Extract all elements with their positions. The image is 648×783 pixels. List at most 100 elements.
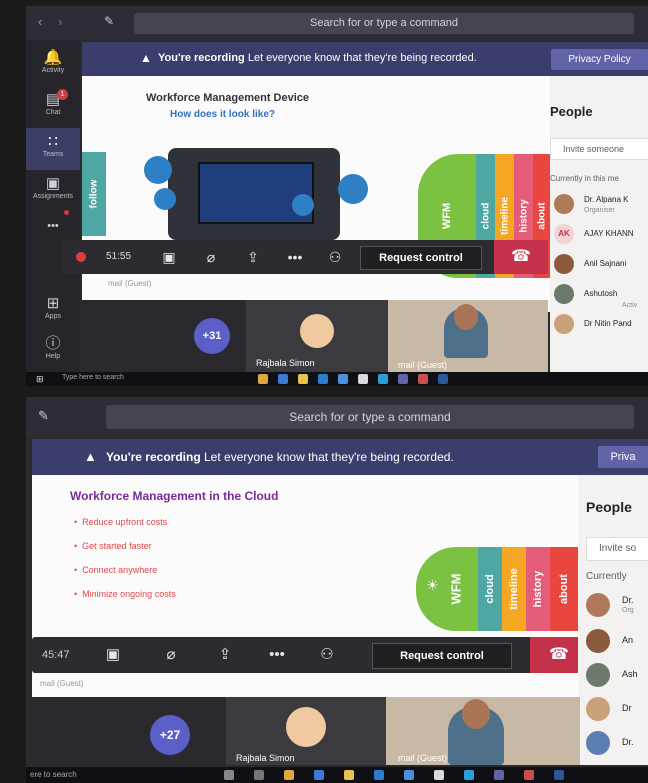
recording-bold: You're recording xyxy=(158,52,245,64)
windows-taskbar: ere to search xyxy=(26,767,648,783)
people-title: People xyxy=(550,104,593,119)
participant-row[interactable]: Dr. Org xyxy=(578,587,648,621)
video-tile-rajbala[interactable]: Rajbala Simon xyxy=(226,697,386,765)
participant-name: Ash xyxy=(622,669,638,679)
app-icon[interactable] xyxy=(338,374,348,384)
slide-tab-history[interactable]: history xyxy=(526,547,550,631)
overflow-tile[interactable]: +27 xyxy=(32,697,226,765)
avatar xyxy=(586,697,610,721)
title-bar: ✎ Search for or type a command xyxy=(26,397,648,437)
back-icon[interactable]: ‹ xyxy=(38,14,42,29)
compose-icon[interactable]: ✎ xyxy=(104,14,114,28)
overflow-tile[interactable]: +31 xyxy=(82,300,246,372)
tab-label: WFM xyxy=(448,573,464,605)
rail-item-activity[interactable]: 🔔 Activity xyxy=(26,44,80,86)
request-control-button[interactable]: Request control xyxy=(360,246,482,270)
tab-label: timeline xyxy=(508,568,520,610)
camera-off-icon[interactable]: ▣ xyxy=(100,645,126,665)
participant-row[interactable]: Dr Nitin Pand xyxy=(550,308,648,336)
recording-bold: You're recording xyxy=(106,450,201,464)
slide-tab-follow[interactable]: follow xyxy=(82,152,106,236)
rail-item-chat[interactable]: ▤ 1 Chat xyxy=(26,86,80,128)
participant-row[interactable]: Dr. xyxy=(578,725,648,759)
avatar: AK xyxy=(554,224,574,244)
slide-tab-wfm[interactable]: ☀ WFM xyxy=(416,547,478,631)
video-tile-guest[interactable]: mail (Guest) xyxy=(386,697,580,765)
request-control-button[interactable]: Request control xyxy=(372,643,512,669)
video-tile-rajbala[interactable]: Rajbala Simon xyxy=(246,300,388,372)
rail-item-assignments[interactable]: ▣ Assignments xyxy=(26,170,80,212)
rail-item-apps[interactable]: ⊞ Apps xyxy=(26,290,80,332)
search-icon[interactable] xyxy=(224,770,234,780)
app-icon[interactable] xyxy=(378,374,388,384)
meeting-controls: 51:55 ▣ ⌀ ⇪ ••• ⚇ Request control ☎ xyxy=(62,240,548,274)
participant-row[interactable]: An xyxy=(578,623,648,657)
app-icon[interactable] xyxy=(438,374,448,384)
app-icon[interactable] xyxy=(464,770,474,780)
privacy-policy-button[interactable]: Privacy Policy xyxy=(551,49,648,70)
participant-row[interactable]: Anil Sajnani xyxy=(550,248,648,276)
slide-title: Workforce Management Device xyxy=(146,92,310,104)
app-icon[interactable] xyxy=(434,770,444,780)
slide-tab-timeline[interactable]: timeline xyxy=(502,547,526,631)
more-actions-icon[interactable]: ••• xyxy=(264,645,290,665)
rail-item-more[interactable]: ••• xyxy=(26,212,80,238)
mic-off-icon[interactable]: ⌀ xyxy=(198,247,224,267)
person-head xyxy=(454,304,478,330)
rail-item-teams[interactable]: ∷ Teams xyxy=(26,128,80,170)
participant-row[interactable]: AK AJAY KHANN xyxy=(550,218,648,246)
forward-icon[interactable]: › xyxy=(58,14,62,29)
app-icon[interactable] xyxy=(494,770,504,780)
invite-input[interactable]: Invite so xyxy=(586,537,648,561)
app-icon[interactable] xyxy=(524,770,534,780)
avatar xyxy=(300,314,334,348)
participant-name: Dr. xyxy=(622,595,634,605)
app-icon[interactable] xyxy=(418,374,428,384)
app-icon[interactable] xyxy=(398,374,408,384)
mic-off-icon[interactable]: ⌀ xyxy=(158,645,184,665)
rail-label: Teams xyxy=(42,151,64,158)
avatar xyxy=(554,284,574,304)
app-icon[interactable] xyxy=(374,770,384,780)
rail-item-help[interactable]: ⓘ Help xyxy=(26,330,80,372)
app-icon[interactable] xyxy=(314,770,324,780)
guest-label: mail (Guest) xyxy=(108,279,152,288)
participant-role: Organiser xyxy=(584,207,615,214)
app-icon[interactable] xyxy=(278,374,288,384)
app-icon[interactable] xyxy=(284,770,294,780)
rail-label: Activity xyxy=(41,67,65,74)
participant-name: An xyxy=(622,635,634,645)
app-icon[interactable] xyxy=(554,770,564,780)
participant-row[interactable]: Ash xyxy=(578,657,648,691)
participants-icon[interactable]: ⚇ xyxy=(322,247,348,267)
share-screen-icon[interactable]: ⇪ xyxy=(212,645,238,665)
privacy-policy-button[interactable]: Priva xyxy=(598,446,648,468)
app-icon[interactable] xyxy=(344,770,354,780)
invite-input[interactable]: Invite someone xyxy=(550,138,648,160)
participants-icon[interactable]: ⚇ xyxy=(314,645,340,665)
search-input[interactable]: Search for or type a command xyxy=(134,13,634,34)
participant-row[interactable]: Dr. Alpana K Organiser xyxy=(550,188,648,216)
participant-role: Org xyxy=(622,607,634,614)
app-icon[interactable] xyxy=(258,374,268,384)
compose-icon[interactable]: ✎ xyxy=(38,408,49,424)
app-icon[interactable] xyxy=(298,374,308,384)
camera-off-icon[interactable]: ▣ xyxy=(156,247,182,267)
slide-tab-cloud[interactable]: cloud xyxy=(478,547,502,631)
task-view-icon[interactable] xyxy=(254,770,264,780)
search-input[interactable]: Search for or type a command xyxy=(106,405,634,429)
taskbar-search[interactable]: Type here to search xyxy=(62,374,124,381)
app-icon[interactable] xyxy=(318,374,328,384)
app-icon[interactable] xyxy=(358,374,368,384)
slide-tab-about[interactable]: about xyxy=(550,547,578,631)
share-screen-icon[interactable]: ⇪ xyxy=(240,247,266,267)
hang-up-button[interactable]: ☎ xyxy=(494,240,548,274)
video-tile-guest[interactable]: mail (Guest) xyxy=(388,300,548,372)
people-title: People xyxy=(586,499,632,515)
windows-start-icon[interactable]: ⊞ xyxy=(36,374,44,385)
taskbar-search[interactable]: ere to search xyxy=(30,770,77,779)
tab-label: about xyxy=(536,202,547,230)
more-actions-icon[interactable]: ••• xyxy=(282,247,308,267)
app-icon[interactable] xyxy=(404,770,414,780)
participant-row[interactable]: Dr xyxy=(578,691,648,725)
